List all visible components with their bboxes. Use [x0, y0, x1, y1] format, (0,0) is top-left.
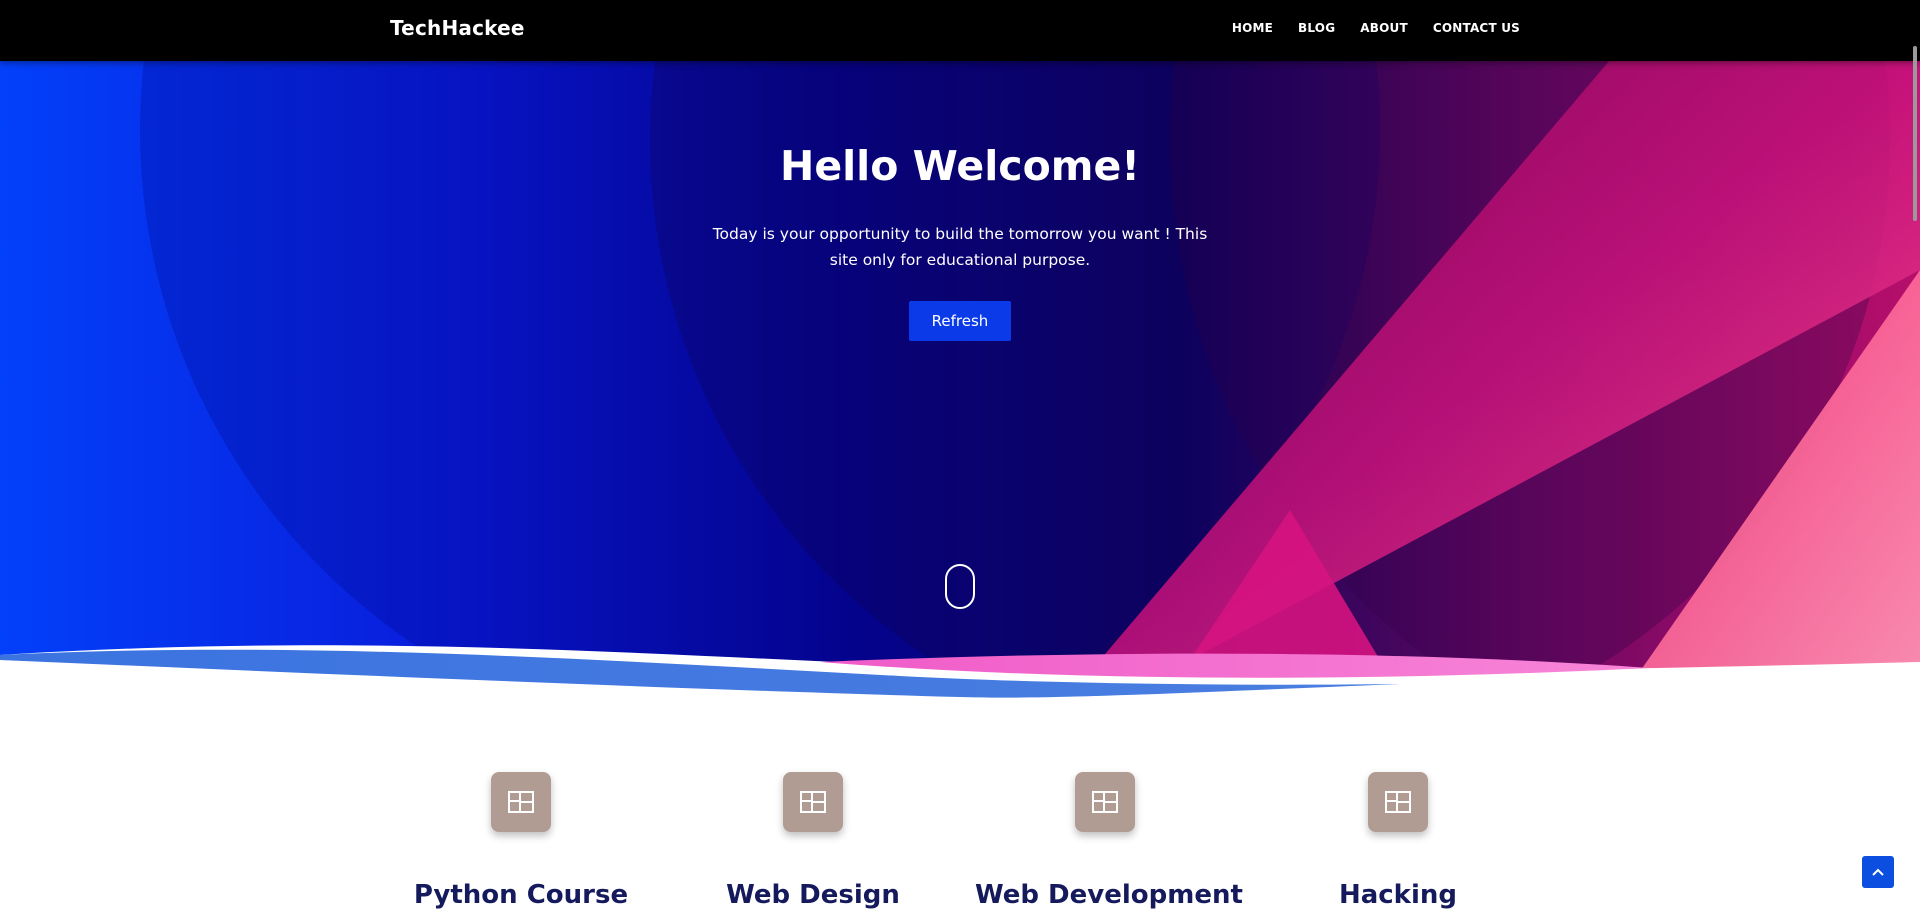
- feature-title: Hacking: [1338, 880, 1458, 910]
- feature-title: Web Design: [726, 880, 900, 910]
- feature-title: Web Development: [975, 880, 1243, 910]
- navbar: TechHackee HOME BLOG ABOUT CONTACT US: [0, 0, 1920, 61]
- nav-link-home[interactable]: HOME: [1232, 21, 1273, 35]
- refresh-button[interactable]: Refresh: [909, 301, 1011, 341]
- layout-icon: [1368, 772, 1428, 832]
- layout-icon: [783, 772, 843, 832]
- layout-icon: [491, 772, 551, 832]
- nav-link-blog[interactable]: BLOG: [1298, 21, 1335, 35]
- hero-description: Today is your opportunity to build the t…: [712, 225, 1208, 269]
- nav-link-contact-us[interactable]: CONTACT US: [1433, 21, 1520, 35]
- scroll-down-mouse-icon[interactable]: [945, 564, 975, 609]
- nav-link-about[interactable]: ABOUT: [1360, 21, 1408, 35]
- hero-title: Hello Welcome!: [780, 142, 1140, 190]
- feature-title: Python Course: [413, 880, 629, 910]
- layout-icon: [1075, 772, 1135, 832]
- arrow-up-icon: [1872, 868, 1884, 876]
- nav-menu: HOME BLOG ABOUT CONTACT US: [1232, 21, 1520, 35]
- features-section: Python Course Web Design Web Development: [0, 760, 1920, 912]
- hero-section: Hello Welcome! Today is your opportunity…: [0, 0, 1920, 700]
- page-scrollbar-thumb[interactable]: [1913, 46, 1917, 221]
- brand-logo[interactable]: TechHackee: [390, 16, 525, 40]
- back-to-top-button[interactable]: [1862, 856, 1894, 888]
